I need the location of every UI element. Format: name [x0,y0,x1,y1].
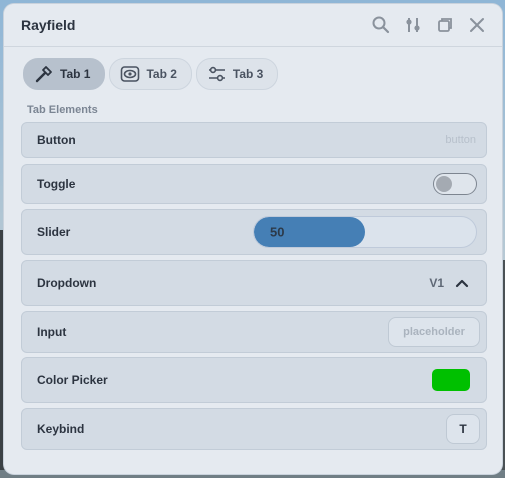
toggle-switch[interactable] [433,173,477,195]
toggle-element: Toggle [21,164,487,204]
sliders-icon[interactable] [402,14,424,36]
section-label: Tab Elements [27,104,98,116]
titlebar-icons [370,14,488,36]
slider-track[interactable]: 50 [253,216,477,248]
dropdown-element[interactable]: Dropdown V1 [21,260,487,306]
dropdown-value: V1 [429,276,444,290]
button-label: Button [37,133,76,147]
keybind-element: Keybind T [21,408,487,450]
tab-label: Tab 3 [232,67,264,81]
tab-3[interactable]: Tab 3 [195,58,279,90]
chevron-up-icon[interactable] [455,278,469,288]
tab-2[interactable]: Tab 2 [109,58,192,90]
button-hint: button [445,134,476,146]
button-element[interactable]: Button button [21,122,487,158]
tab-label: Tab 2 [146,67,177,81]
tab-label: Tab 1 [60,67,91,81]
color-swatch[interactable] [432,369,470,391]
slider-element: Slider 50 [21,209,487,255]
input-label: Input [37,325,67,339]
text-input[interactable] [388,317,480,347]
slider-value: 50 [270,224,285,240]
slider-label: Slider [37,225,71,239]
rayfield-window: Rayfield Tab 1 Tab 2 Tab 3 Tab Elements … [4,4,502,474]
hammer-icon [35,66,52,83]
keybind-box[interactable]: T [446,414,480,444]
restore-icon[interactable] [434,14,456,36]
title-bar[interactable]: Rayfield [4,4,502,47]
dropdown-label: Dropdown [37,276,97,290]
toggle-label: Toggle [37,177,76,191]
tab-1[interactable]: Tab 1 [23,58,106,90]
color-picker-label: Color Picker [37,373,108,387]
eye-icon [121,66,140,82]
window-title: Rayfield [21,17,76,33]
keybind-label: Keybind [37,422,85,436]
close-icon[interactable] [466,14,488,36]
settings-sliders-icon [208,66,225,82]
toggle-knob [436,176,452,192]
search-icon[interactable] [370,14,392,36]
color-picker-element: Color Picker [21,357,487,403]
tab-bar: Tab 1 Tab 2 Tab 3 [23,58,279,90]
input-element: Input [21,311,487,353]
